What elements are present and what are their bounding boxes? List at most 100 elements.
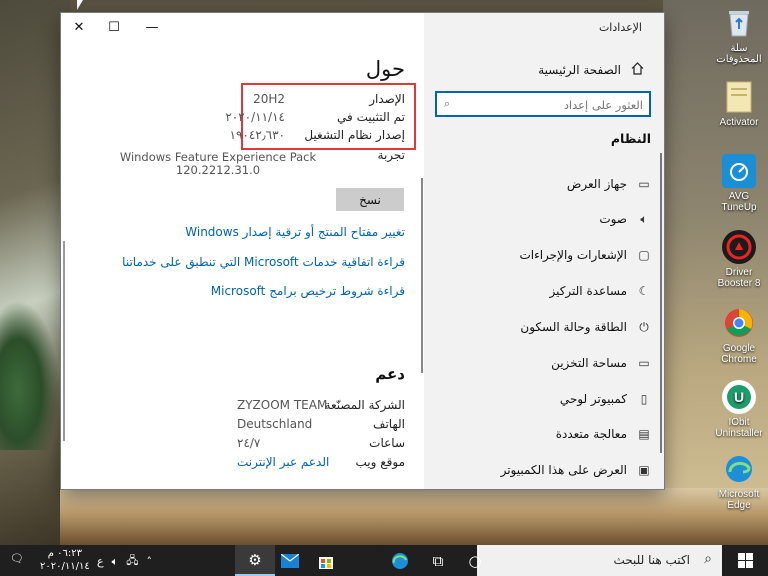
mail-icon [281,553,299,568]
maximize-button[interactable]: ☐ [104,19,124,35]
settings-search-input[interactable]: العثور على إعداد ⌕ [435,91,651,117]
nav-item-label: الإشعارات والإجراءات [519,248,627,262]
nav-item-projecting[interactable]: ▣ العرض على هذا الكمبيوتر [437,460,651,480]
desktop-icon-chrome[interactable]: Google Chrome [710,306,768,365]
nav-item-storage[interactable]: ▭ مساحة التخزين [437,353,651,373]
desktop-icon-label: سلة المحذوفات [716,43,762,65]
spec-label: تم التثبيت في [337,110,405,124]
nav-item-power[interactable]: ⏻ الطاقة وحالة السكون [437,317,651,337]
nav-item-notifications[interactable]: ▢ الإشعارات والإجراءات [437,245,651,265]
desktop-icon-iobit[interactable]: U IObit Uninstaller [710,380,768,439]
support-value: Deutschland [237,417,313,431]
recycle-bin-icon [722,6,756,40]
display-icon: ▭ [638,177,650,191]
tray-icons: ع 🔈︎ 🖧︎ ˄ [97,552,152,571]
support-label: ساعات [369,436,405,450]
desktop-icon-label: Microsoft Edge [718,489,760,511]
copy-button[interactable]: نسخ [336,188,404,211]
nav-item-focus-assist[interactable]: ☾ مساعدة التركيز [437,281,651,301]
chrome-icon [722,306,756,340]
notification-center-icon[interactable]: 🗨︎ [10,552,24,565]
sound-icon: 🔈︎ [640,211,648,226]
spec-label: تجربة [377,148,405,162]
taskbar: اكتب هنا للبحث ⌕ ○ ⧉ ⚙ 🗨︎ ٠٦:٢٣ م ٢٠٢٠/١… [0,545,768,576]
link-change-product-key[interactable]: تغيير مفتاح المنتج أو ترقية إصدار Window… [185,225,405,239]
taskbar-settings[interactable]: ⚙ [235,545,275,576]
nav-item-sound[interactable]: 🔈︎ صوت [437,209,651,229]
desktop-icon-label: IObit Uninstaller [715,417,763,439]
wallpaper-book [60,488,768,545]
desktop-icon-label: AVG TuneUp [721,191,757,213]
content-scrollbar-left[interactable] [63,241,65,441]
support-row-phone: الهاتف Deutschland [75,417,405,435]
notifications-icon: ▢ [638,248,650,262]
support-label: الشركة المصنّعة [324,398,405,412]
spec-row-edition: الإصدار 20H2 [75,92,405,110]
settings-window: ✕ ☐ — حول الإصدار 20H2 تم التثبيت في ٢٠٢… [61,13,664,489]
desktop-icon-activator[interactable]: Activator [710,80,768,128]
spec-value: ٢٠٢٠/١١/١٤ [225,110,285,124]
language-indicator[interactable]: ع [97,555,104,568]
desktop-icon-driver-booster[interactable]: Driver Booster 8 [710,230,768,289]
home-nav-item[interactable]: الصفحة الرئيسية [538,62,644,78]
power-icon: ⏻ [639,319,649,334]
window-title: الإعدادات [598,21,642,34]
chevron-up-icon[interactable]: ˄ [146,555,152,568]
nav-item-label: مساحة التخزين [551,356,627,370]
desktop-icon-edge[interactable]: Microsoft Edge [710,452,768,511]
cortana-button[interactable]: ○ [455,545,495,576]
system-tray: 🗨︎ [10,552,24,565]
wallpaper-left [0,0,70,545]
sidebar-scrollbar[interactable] [660,153,662,453]
taskbar-search-box[interactable]: اكتب هنا للبحث ⌕ [477,545,722,576]
desktop-icon-recycle-bin[interactable]: سلة المحذوفات [710,6,768,65]
nav-item-label: الطاقة وحالة السكون [520,320,627,334]
nav-item-tablet[interactable]: ▯ كمبيوتر لوحي [437,389,651,409]
support-title: دعم [375,365,405,383]
content-scrollbar[interactable] [421,178,423,373]
support-row-website: موقع ويب الدعم عبر الإنترنت [75,455,405,473]
store-icon [319,556,333,569]
link-services-agreement[interactable]: قراءة اتفاقية خدمات Microsoft التي تنطبق… [122,255,405,269]
section-title: النظام [610,131,651,146]
network-icon[interactable]: 🖧︎ [126,552,138,571]
storage-icon: ▭ [638,356,650,370]
support-row-hours: ساعات ٢٤/٧ [75,436,405,454]
start-button[interactable] [722,545,768,576]
minimize-button[interactable]: — [142,19,162,35]
clock-time: ٠٦:٢٣ م [47,548,82,559]
experience-version: 120.2212.31.0 [175,163,261,177]
nav-item-label: مساعدة التركيز [549,284,627,298]
taskbar-edge[interactable] [380,545,420,576]
svg-text:U: U [734,389,744,405]
home-icon [631,62,644,78]
focus-assist-icon: ☾ [638,284,650,298]
projecting-icon: ▣ [638,463,650,477]
mouse-cursor-icon [77,0,83,10]
taskbar-store[interactable] [306,545,346,576]
edge-icon [392,552,408,569]
iobit-uninstaller-icon: U [722,380,756,414]
desktop-icon-label: Google Chrome [721,343,757,365]
about-content: ✕ ☐ — حول الإصدار 20H2 تم التثبيت في ٢٠٢… [61,13,424,489]
desktop-icon-avg-tuneup[interactable]: AVG TuneUp [710,154,768,213]
nav-item-multitasking[interactable]: ▤ معالجة متعددة [437,424,651,444]
volume-icon[interactable]: 🔈︎ [112,555,119,569]
gear-icon: ⚙ [248,550,262,569]
search-placeholder: العثور على إعداد [563,98,643,112]
support-value: ZYZOOM TEAM [237,398,328,412]
search-icon: ⌕ [704,551,712,567]
support-website-link[interactable]: الدعم عبر الإنترنت [237,455,329,469]
taskbar-mail[interactable] [270,545,310,576]
wallpaper-plant [0,300,60,450]
taskbar-clock[interactable]: ٠٦:٢٣ م ٢٠٢٠/١١/١٤ [40,547,90,573]
tablet-icon: ▯ [640,392,648,406]
close-button[interactable]: ✕ [69,19,89,35]
nav-item-display[interactable]: ▭ جهاز العرض [437,174,651,194]
link-license-terms[interactable]: قراءة شروط ترخيص برامج Microsoft [211,284,405,298]
spec-label: إصدار نظام التشغيل [304,128,405,142]
avg-tuneup-icon [722,154,756,188]
spec-row-os-build: إصدار نظام التشغيل ١٩٠٤٢٫٦٣٠ [75,128,405,146]
task-view-button[interactable]: ⧉ [418,545,458,576]
spec-value: ١٩٠٤٢٫٦٣٠ [229,128,285,142]
